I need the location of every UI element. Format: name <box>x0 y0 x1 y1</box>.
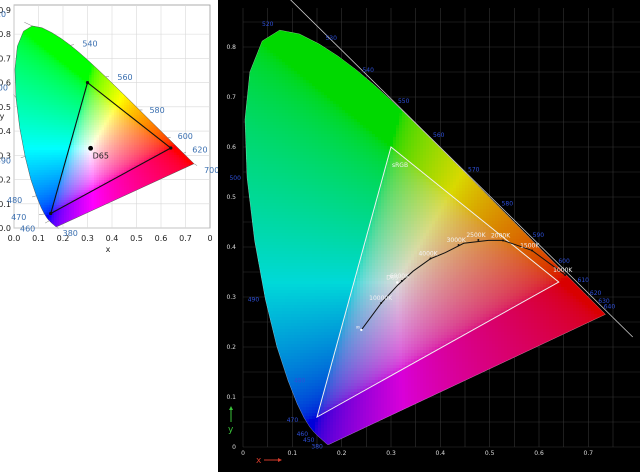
right-x-tick-label: 0.1 <box>288 450 298 457</box>
left-x-tick-label: 0 <box>207 234 212 243</box>
left-chromaticity-chart: 0.00.10.20.30.40.50.60.7000.00.10.20.30.… <box>0 4 218 254</box>
left-y-tick-label: 0.0 <box>0 224 11 233</box>
right-x-axis-label: x <box>256 456 262 466</box>
right-triangle-label: sRGB <box>392 162 408 169</box>
right-x-tick-label: 0.4 <box>436 450 446 457</box>
left-x-tick-label: 0.6 <box>155 234 168 243</box>
left-x-tick-label: 0.5 <box>130 234 143 243</box>
left-x-tick-label: 0.3 <box>81 234 94 243</box>
right-wavelength-label: 380 <box>311 444 323 451</box>
right-y-tick-label: 0.4 <box>226 244 236 251</box>
right-y-tick-label: 0.3 <box>226 294 236 301</box>
right-y-tick-label: 0.5 <box>226 194 236 201</box>
left-y-tick-label: 0.4 <box>0 127 11 136</box>
right-cct-label: 2000K <box>491 233 511 240</box>
right-y-tick-label: 0.2 <box>226 344 236 351</box>
right-x-tick-label: 0 <box>241 450 245 457</box>
right-cct-label: 1500K <box>520 243 540 250</box>
right-cct-label: 10000K <box>369 295 393 302</box>
left-triangle-vertex <box>49 211 53 216</box>
right-y-tick-label: 0.1 <box>226 394 236 401</box>
right-wavelength-label: 570 <box>468 167 480 174</box>
left-y-axis-label: y <box>0 112 5 121</box>
right-wavelength-label: 610 <box>578 277 590 284</box>
right-d65-label: D65 <box>386 275 398 282</box>
right-y-tick-label: 0.8 <box>226 44 236 51</box>
right-x-tick-label: 0.7 <box>584 450 594 457</box>
left-wavelength-label: 560 <box>117 73 132 82</box>
left-x-tick-label: 0.7 <box>179 234 192 243</box>
left-triangle-vertex <box>169 146 173 150</box>
left-wavelength-label: 580 <box>149 106 164 115</box>
left-y-tick-label: 0.5 <box>0 103 11 112</box>
right-chromaticity-panel: sRGB 10000K 6000K 4000K 3000K 2500K 2000K 1500K… <box>218 0 640 472</box>
left-white-point <box>88 145 94 151</box>
right-wavelength-label: 590 <box>533 232 545 239</box>
right-cct-point <box>380 302 383 304</box>
right-x-axis-arrowhead <box>278 458 282 462</box>
left-y-tick-label: 0.8 <box>0 30 11 39</box>
left-wavelength-label: 700 <box>204 166 218 175</box>
left-wavelength-label: 620 <box>192 145 207 154</box>
left-x-tick-label: 0.1 <box>32 234 45 243</box>
right-cct-label: 3000K <box>447 237 467 244</box>
left-wavelength-label: 460 <box>20 225 35 234</box>
right-wavelength-label: 640 <box>604 304 616 311</box>
right-y-axis-label: y <box>228 425 234 435</box>
right-wavelength-label: 520 <box>262 21 274 28</box>
right-wavelength-label: 580 <box>502 201 514 208</box>
right-cct-label: 1000K <box>553 267 573 274</box>
left-white-point-label: D65 <box>93 151 109 160</box>
right-wavelength-label: 620 <box>590 290 602 297</box>
left-wavelength-label: 490 <box>0 157 11 166</box>
right-cct-point <box>564 274 567 276</box>
right-cct-label: 2500K <box>466 232 486 239</box>
right-y-tick-label: 0 <box>232 444 236 451</box>
right-wavelength-label: 490 <box>248 297 260 304</box>
right-cct-point <box>400 280 403 282</box>
right-x-tick-label: 0.2 <box>337 450 347 457</box>
left-wavelength-label: 500 <box>0 84 8 93</box>
right-cct-point <box>531 249 534 252</box>
right-cct-point <box>501 239 504 242</box>
left-y-tick-label: 0.2 <box>0 176 11 185</box>
right-infinity-label: ∞ <box>355 324 360 331</box>
left-wavelength-label: 520 <box>0 10 6 19</box>
left-x-tick-label: 0.4 <box>106 234 119 243</box>
right-y-tick-label: 0.6 <box>226 144 236 151</box>
right-y-axis-arrowhead <box>229 406 233 410</box>
right-cct-label: 4000K <box>418 251 438 258</box>
left-wavelength-label: 480 <box>7 196 22 205</box>
right-wavelength-label: 470 <box>287 417 299 424</box>
right-cct-point <box>477 239 480 241</box>
right-wavelength-label: 480 <box>294 378 306 385</box>
right-infinity-point <box>360 328 363 332</box>
right-cct-point <box>429 257 432 260</box>
left-triangle-vertex <box>85 80 90 85</box>
right-wavelength-label: 600 <box>558 258 570 265</box>
left-wavelength-label: 380 <box>63 229 78 238</box>
right-wavelength-label: 560 <box>433 132 445 139</box>
left-wavelength-label: 600 <box>178 132 193 141</box>
right-wavelength-label: 550 <box>398 98 410 105</box>
right-cct-point <box>457 244 460 246</box>
right-y-tick-label: 0.7 <box>226 94 236 101</box>
right-x-tick-label: 0.3 <box>386 450 396 457</box>
right-x-tick-label: 0.6 <box>534 450 544 457</box>
left-wavelength-label: 470 <box>11 213 26 222</box>
left-chromaticity-panel: 0.00.10.20.30.40.50.60.7000.00.10.20.30.… <box>0 0 218 260</box>
left-x-tick-label: 0.0 <box>8 234 21 243</box>
right-wavelength-label: 540 <box>362 67 374 74</box>
right-x-tick-label: 0.5 <box>485 450 495 457</box>
left-y-tick-label: 0.7 <box>0 54 11 63</box>
left-x-axis-label: x <box>106 245 111 254</box>
right-d65-point <box>396 281 399 284</box>
right-chromaticity-chart: sRGB10000K6000K4000K3000K2500K 2000K1500K… <box>226 0 640 466</box>
left-wavelength-label: 540 <box>82 39 97 48</box>
right-wavelength-label: 530 <box>325 35 337 42</box>
right-wavelength-label: 500 <box>229 175 241 182</box>
